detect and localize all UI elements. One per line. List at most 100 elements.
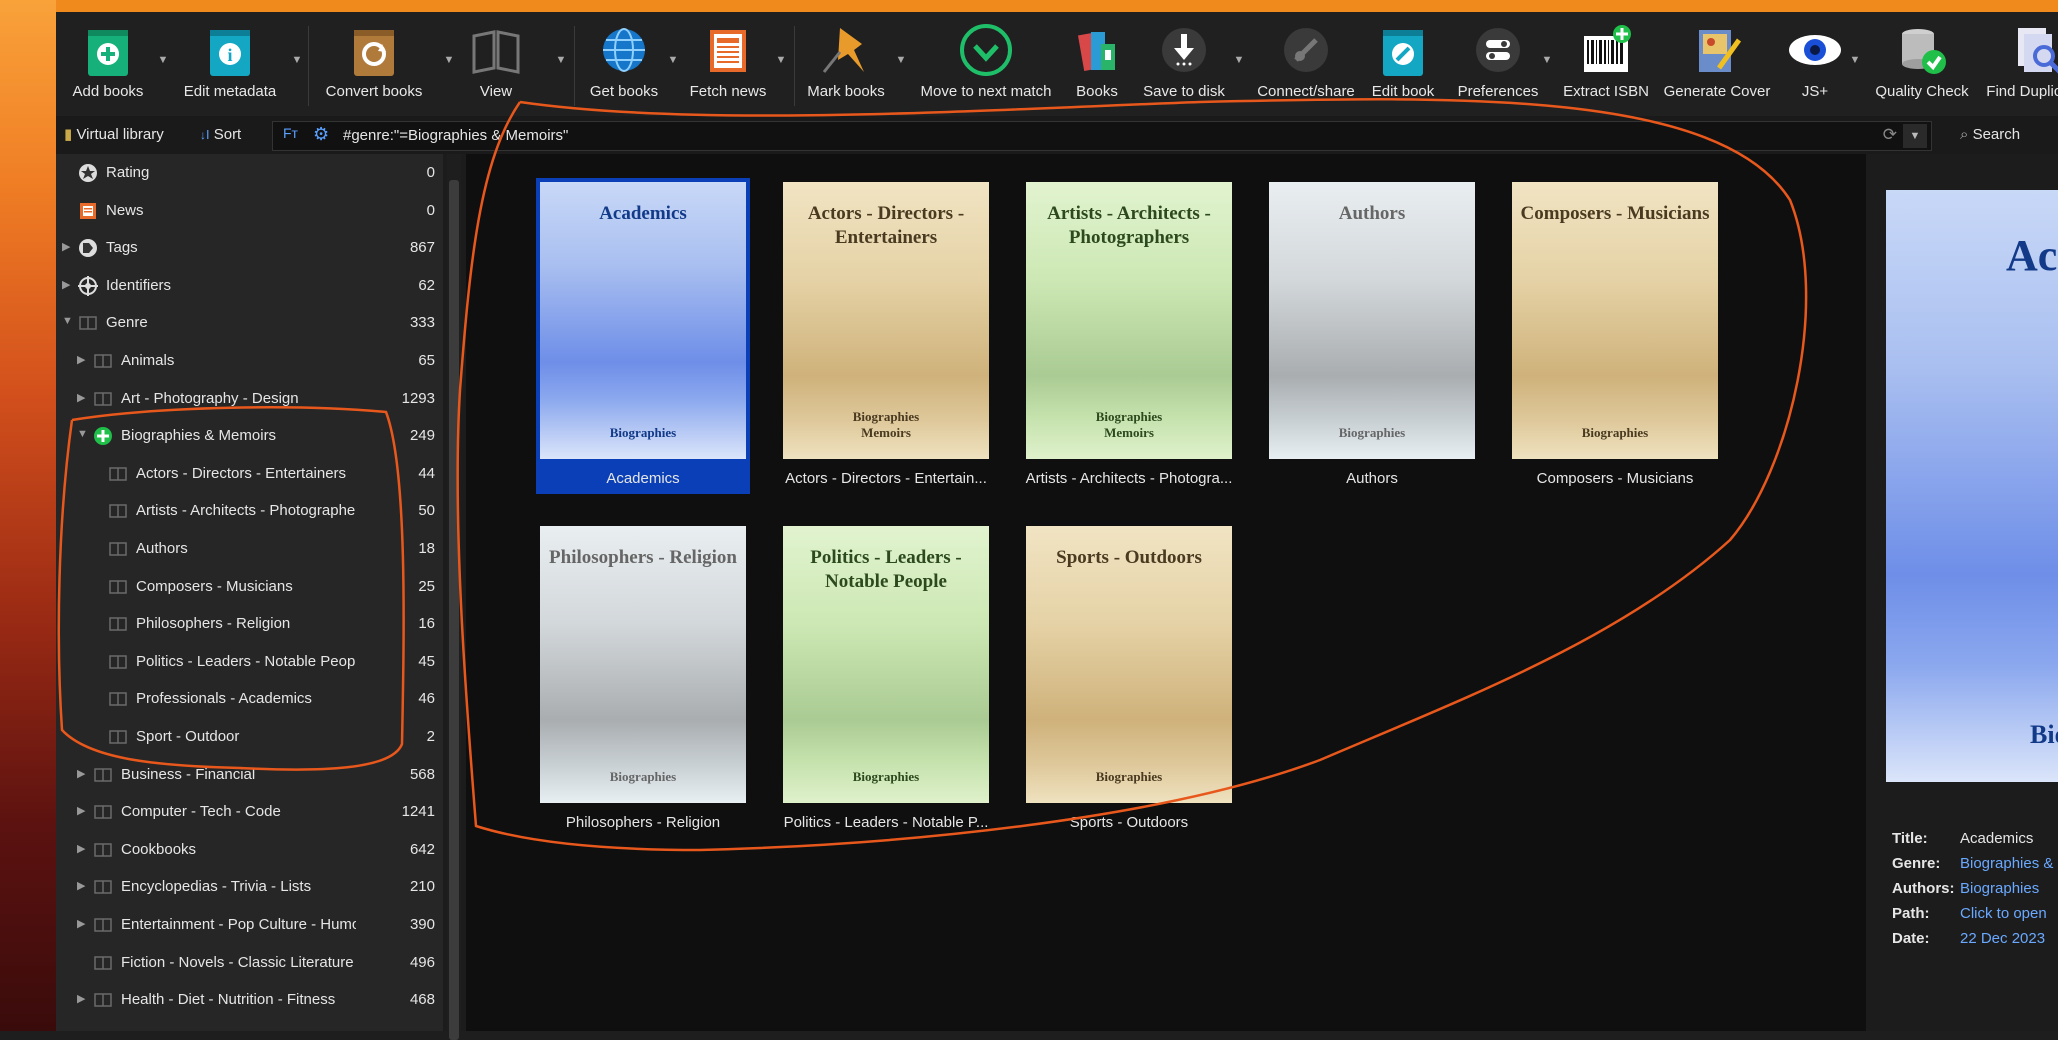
book-cover-tile[interactable]: Artists - Architects - Photographers Biog… xyxy=(1022,178,1236,494)
cover-author: Biographies xyxy=(609,769,677,784)
search-button[interactable]: ⌕ Search xyxy=(1960,122,2020,148)
splitter-handle[interactable] xyxy=(1866,154,1882,1031)
tag-browser-row[interactable]: News 0 xyxy=(56,192,443,229)
tag-browser-row[interactable]: ▶ Encyclopedias - Trivia - Lists 210 xyxy=(56,868,443,905)
save-to-disk-button[interactable]: Save to disk xyxy=(1136,12,1232,116)
expanded-arrow-icon[interactable]: ▼ xyxy=(77,428,89,442)
book-cover[interactable]: Authors Biographies xyxy=(1269,182,1475,459)
tag-browser-row[interactable]: ▶ Computer - Tech - Code 1241 xyxy=(56,793,443,830)
authors-link[interactable]: Biographies xyxy=(1960,880,2039,897)
fetch-news-button[interactable]: Fetch news xyxy=(678,12,778,116)
tag-browser-row[interactable]: ▶ Animals 65 xyxy=(56,342,443,379)
get-books-button[interactable]: Get books xyxy=(574,12,674,116)
tag-browser-row[interactable]: ▶ Art - Photography - Design 1293 xyxy=(56,380,443,417)
books-button[interactable]: Books xyxy=(1062,12,1132,116)
view-button[interactable]: View xyxy=(454,12,538,116)
generate-cover-button[interactable]: Generate Cover xyxy=(1658,12,1776,116)
full-text-search-icon[interactable]: Fт xyxy=(283,125,298,141)
mark-books-button[interactable]: Mark books xyxy=(794,12,898,116)
date-link[interactable]: 22 Dec 2023 xyxy=(1960,930,2045,947)
tag-browser-row[interactable]: ▶ Identifiers 62 xyxy=(56,267,443,304)
collapsed-arrow-icon[interactable]: ▶ xyxy=(77,353,89,367)
convert-books-button[interactable]: Convert books xyxy=(306,12,442,116)
tag-browser-row[interactable]: Politics - Leaders - Notable People 45 xyxy=(56,643,443,680)
tag-browser-row[interactable]: Artists - Architects - Photographers 50 xyxy=(56,492,443,529)
save-to-disk-dropdown-icon[interactable]: ▼ xyxy=(1232,54,1246,68)
book-cover-tile[interactable]: Actors - Directors - Entertainers Biograp… xyxy=(779,178,993,494)
collapsed-arrow-icon[interactable]: ▶ xyxy=(77,842,89,856)
js-plus-button[interactable]: JS+ xyxy=(1776,12,1854,116)
book-cover-tile[interactable]: Composers - Musicians Biographies Composer… xyxy=(1508,178,1722,494)
tag-browser-row[interactable]: ▶ Cookbooks 642 xyxy=(56,831,443,868)
tag-browser-row[interactable]: Authors 18 xyxy=(56,530,443,567)
tag-browser-row[interactable]: Professionals - Academics 46 xyxy=(56,680,443,717)
js-plus-dropdown-icon[interactable]: ▼ xyxy=(1848,54,1862,68)
tag-browser-row[interactable]: Philosophers - Religion 16 xyxy=(56,605,443,642)
mark-books-dropdown-icon[interactable]: ▼ xyxy=(894,54,908,68)
quality-check-button[interactable]: Quality Check xyxy=(1866,12,1978,116)
book-cover[interactable]: Actors - Directors - Entertainers Biograp… xyxy=(783,182,989,459)
tag-browser-row[interactable]: Composers - Musicians 25 xyxy=(56,568,443,605)
tag-browser-row[interactable]: Rating 0 xyxy=(56,154,443,191)
tag-browser-row[interactable]: ▶ Tags 867 xyxy=(56,229,443,266)
book-cover-tile[interactable]: Academics Biographies Academics xyxy=(536,178,750,494)
book-cover[interactable]: Artists - Architects - Photographers Biog… xyxy=(1026,182,1232,459)
book-cover-tile[interactable]: Politics - Leaders - Notable People Biogr… xyxy=(779,522,993,838)
tag-browser-scrollbar[interactable] xyxy=(447,154,461,1040)
collapsed-arrow-icon[interactable]: ▶ xyxy=(77,917,89,931)
tag-browser-row[interactable]: Sport - Outdoor 2 xyxy=(56,718,443,755)
move-to-next-match-label: Move to next match xyxy=(920,83,1052,100)
preferences-button[interactable]: Preferences xyxy=(1446,12,1550,116)
search-history-dropdown-icon[interactable]: ▼ xyxy=(1903,124,1927,148)
tag-browser-row[interactable]: ▼ Genre 333 xyxy=(56,304,443,341)
scrollbar-thumb[interactable] xyxy=(449,180,459,1040)
virtual-library-button[interactable]: ▮ Virtual library xyxy=(64,122,164,148)
tag-browser-row[interactable]: ▶ Health - Diet - Nutrition - Fitness 468 xyxy=(56,981,443,1018)
book-cover-tile[interactable]: Philosophers - Religion Biographies Philos… xyxy=(536,522,750,838)
preferences-dropdown-icon[interactable]: ▼ xyxy=(1540,54,1554,68)
clear-search-icon[interactable]: ⟳ xyxy=(1883,125,1897,145)
extract-isbn-button[interactable]: Extract ISBN xyxy=(1554,12,1658,116)
book-cover[interactable]: Academics Biographies xyxy=(540,182,746,459)
book-cover[interactable]: Sports - Outdoors Biographies xyxy=(1026,526,1232,803)
tag-browser-row-count: 1293 xyxy=(401,389,435,407)
tag-browser-row-count: 568 xyxy=(409,765,435,783)
add-books-dropdown-icon[interactable]: ▼ xyxy=(156,54,170,68)
find-duplicates-button[interactable]: Find Duplicates xyxy=(1978,12,2058,116)
collapsed-arrow-icon[interactable]: ▶ xyxy=(62,240,74,254)
category-icon xyxy=(93,877,113,897)
path-link[interactable]: Click to open xyxy=(1960,905,2047,922)
genre-link[interactable]: Biographies & I xyxy=(1960,855,2058,872)
gear-icon[interactable]: ⚙ xyxy=(313,124,329,145)
tag-browser-row[interactable]: Actors - Directors - Entertainers 44 xyxy=(56,455,443,492)
collapsed-arrow-icon[interactable]: ▶ xyxy=(77,804,89,818)
add-books-button[interactable]: Add books xyxy=(60,12,156,116)
fetch-news-dropdown-icon[interactable]: ▼ xyxy=(774,54,788,68)
expanded-arrow-icon[interactable]: ▼ xyxy=(62,315,74,329)
book-cover[interactable]: Politics - Leaders - Notable People Biogr… xyxy=(783,526,989,803)
edit-book-button[interactable]: Edit book xyxy=(1360,12,1446,116)
tag-browser-row[interactable]: ▶History1125 xyxy=(56,1019,443,1031)
collapsed-arrow-icon[interactable]: ▶ xyxy=(77,391,89,405)
collapsed-arrow-icon[interactable]: ▶ xyxy=(77,879,89,893)
edit-metadata-dropdown-icon[interactable]: ▼ xyxy=(290,54,304,68)
collapsed-arrow-icon[interactable]: ▶ xyxy=(62,278,74,292)
search-input[interactable]: Fт ⚙ #genre:"=Biographies & Memoirs" ⟳ ▼ xyxy=(272,121,1932,151)
book-cover-tile[interactable]: Authors Biographies Authors xyxy=(1265,178,1479,494)
connect-share-button[interactable]: Connect/share xyxy=(1252,12,1360,116)
book-cover[interactable]: Composers - Musicians Biographies xyxy=(1512,182,1718,459)
book-cover-tile[interactable]: Sports - Outdoors Biographies Sports - Out… xyxy=(1022,522,1236,838)
sort-button[interactable]: ↓Ⅰ Sort xyxy=(200,122,241,148)
tag-browser-row[interactable]: Fiction - Novels - Classic Literature 496 xyxy=(56,944,443,981)
extract-isbn-label: Extract ISBN xyxy=(1563,83,1649,100)
move-to-next-match-button[interactable]: Move to next match xyxy=(914,12,1058,116)
collapsed-arrow-icon[interactable]: ▶ xyxy=(77,992,89,1006)
tag-browser-row[interactable]: ▶ Entertainment - Pop Culture - Humor - G… xyxy=(56,906,443,943)
tag-browser-row[interactable]: ▼ Biographies & Memoirs 249 xyxy=(56,417,443,454)
edit-metadata-button[interactable]: i Edit metadata xyxy=(170,12,290,116)
tag-browser-row[interactable]: ▶ Business - Financial 568 xyxy=(56,756,443,793)
book-cover-large[interactable]: Aca Bio xyxy=(1886,190,2058,782)
collapsed-arrow-icon[interactable]: ▶ xyxy=(77,767,89,781)
view-dropdown-icon[interactable]: ▼ xyxy=(554,54,568,68)
book-cover[interactable]: Philosophers - Religion Biographies xyxy=(540,526,746,803)
